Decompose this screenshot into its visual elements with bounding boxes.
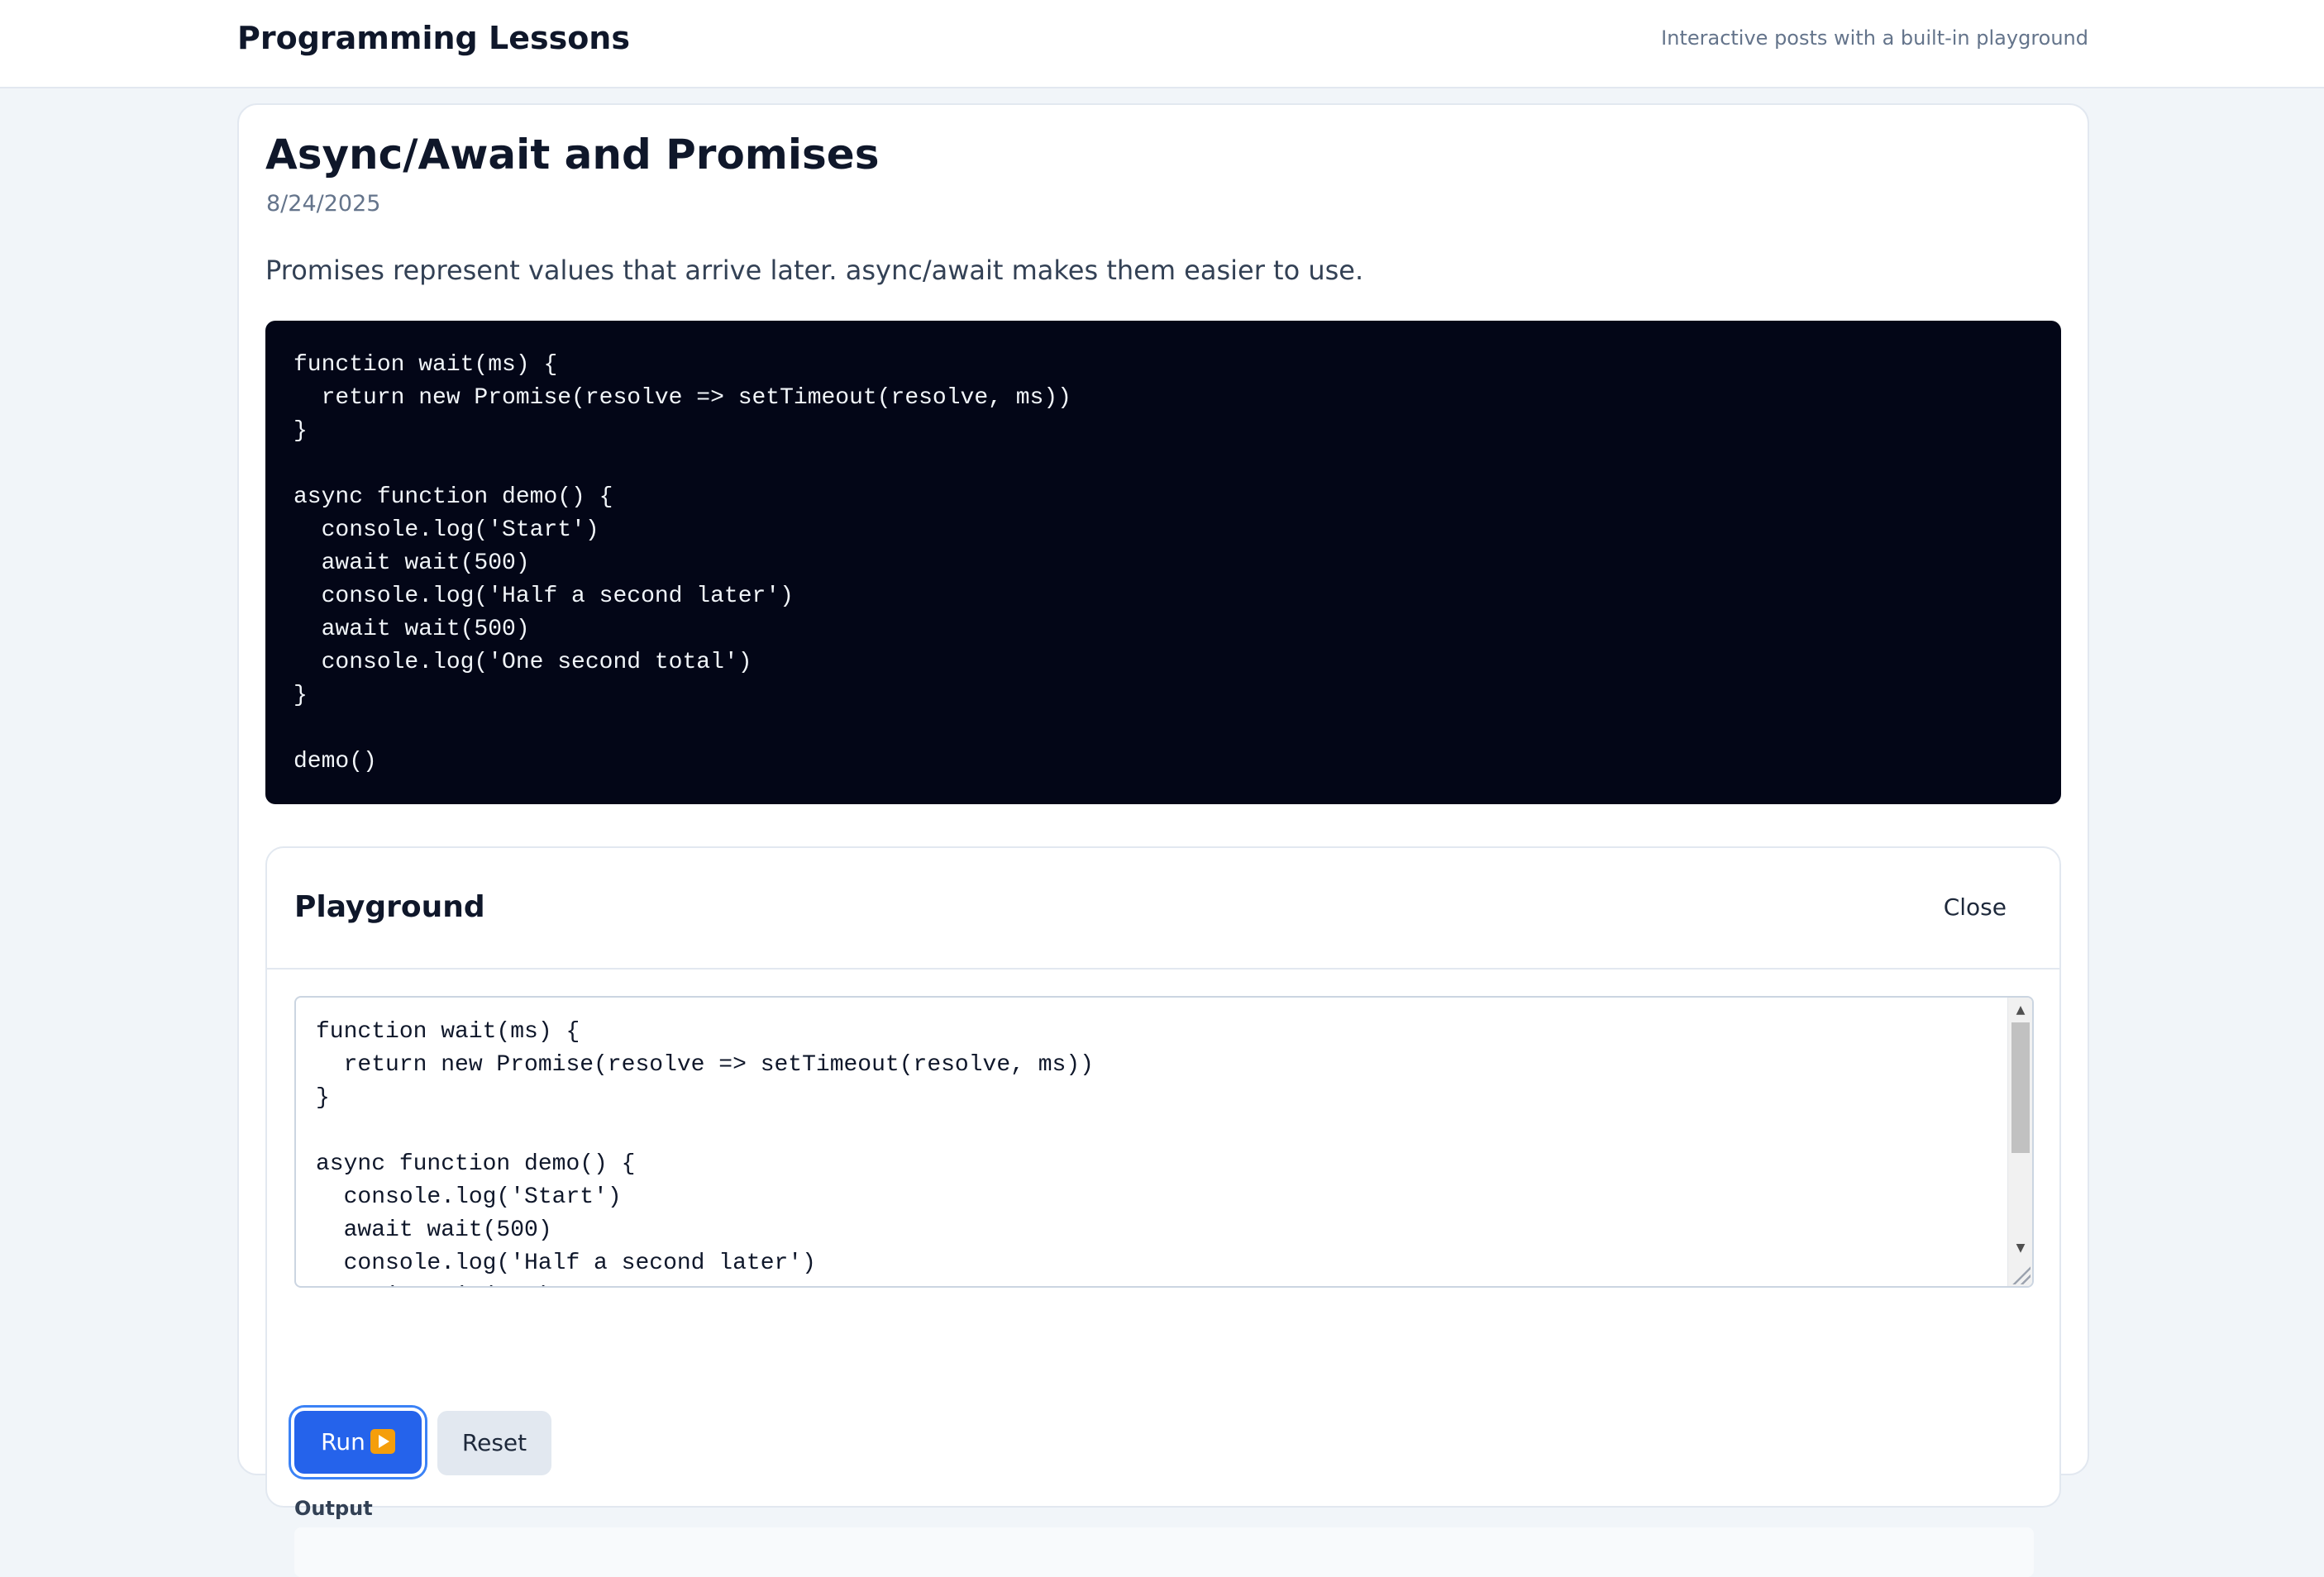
post-title: Async/Await and Promises — [265, 131, 880, 179]
reset-button[interactable]: Reset — [437, 1411, 551, 1475]
site-tagline: Interactive posts with a built-in playgr… — [1661, 26, 2088, 50]
run-button[interactable]: Run — [294, 1411, 422, 1474]
resize-grip-icon[interactable] — [2011, 1265, 2031, 1284]
code-sample: function wait(ms) { return new Promise(r… — [265, 321, 2061, 804]
playground-title: Playground — [294, 890, 485, 924]
playground-panel: Playground Close function wait(ms) { ret… — [265, 846, 2061, 1577]
post-intro: Promises represent values that arrive la… — [265, 255, 1364, 286]
run-button-label: Run — [321, 1428, 365, 1456]
code-editor[interactable]: function wait(ms) { return new Promise(r… — [294, 996, 2034, 1288]
playground-header: Playground Close — [267, 848, 2059, 970]
site-header: Programming Lessons Interactive posts wi… — [0, 0, 2324, 88]
scrollbar-thumb[interactable] — [2011, 1022, 2030, 1153]
output-console — [294, 1527, 2034, 1577]
post-card: Async/Await and Promises 8/24/2025 Promi… — [237, 103, 2089, 1577]
editor-scrollbar[interactable]: ▲ ▼ — [2007, 998, 2032, 1286]
code-editor-textarea[interactable]: function wait(ms) { return new Promise(r… — [296, 998, 2009, 1286]
post-date: 8/24/2025 — [266, 191, 381, 217]
scroll-down-arrow-icon[interactable]: ▼ — [2008, 1237, 2032, 1259]
close-playground-button[interactable]: Close — [1924, 888, 2026, 927]
site-title[interactable]: Programming Lessons — [237, 18, 630, 58]
output-label: Output — [294, 1497, 373, 1520]
scroll-up-arrow-icon[interactable]: ▲ — [2008, 999, 2032, 1021]
